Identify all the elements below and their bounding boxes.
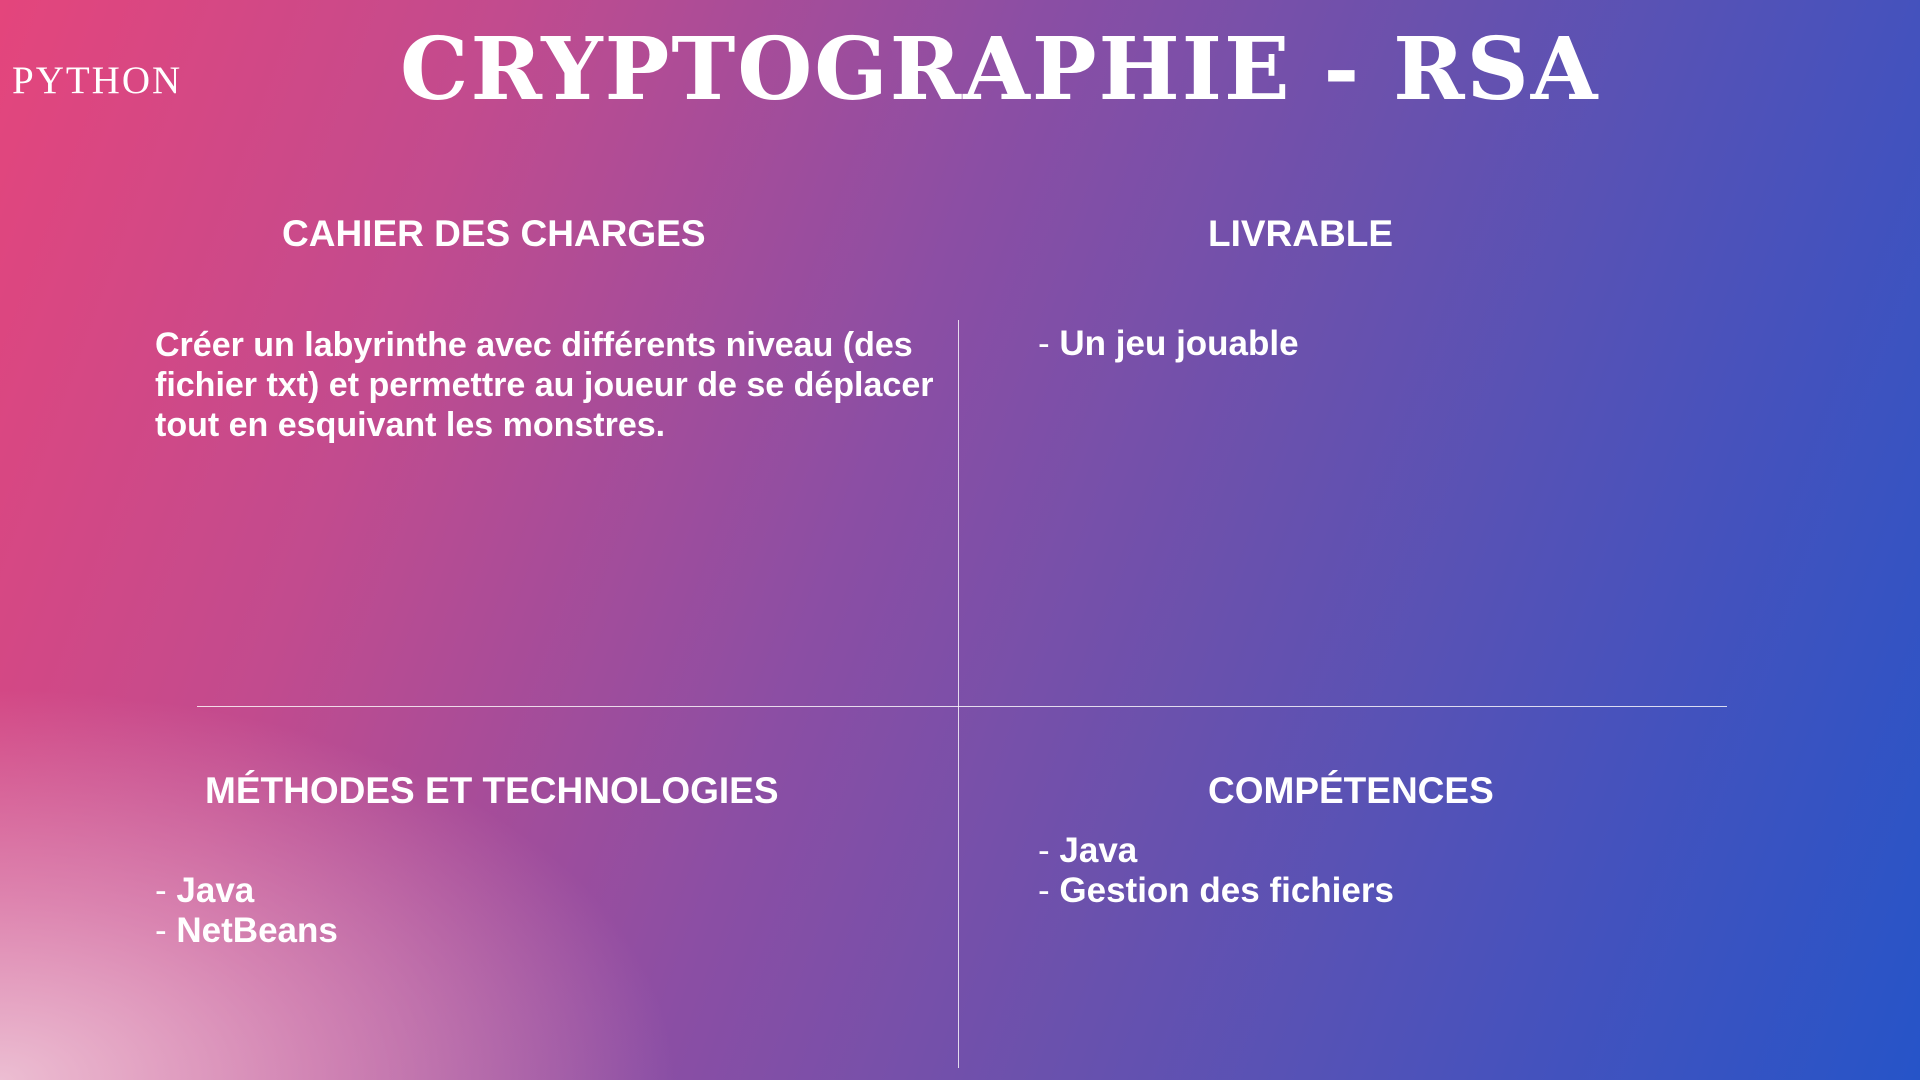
list-item: - NetBeans [155,911,338,951]
list-item-text: Java [176,871,255,910]
section-list-methodes: - Java - NetBeans [155,871,338,951]
section-heading-cahier: CAHIER DES CHARGES [282,213,706,254]
section-heading-methodes: MÉTHODES ET TECHNOLOGIES [205,770,779,811]
section-text-cahier: Créer un labyrinthe avec différents nive… [155,326,934,444]
list-item-text: Java [1059,831,1138,870]
list-item: - Java [1038,831,1394,871]
list-item: - Un jeu jouable [1038,324,1299,364]
section-list-competences: - Java - Gestion des fichiers [1038,831,1394,911]
section-list-livrable: - Un jeu jouable [1038,324,1299,364]
list-item-text: NetBeans [176,911,338,950]
section-heading-livrable: LIVRABLE [1208,213,1393,254]
list-dash: - [155,871,177,910]
list-item: - Gestion des fichiers [1038,871,1394,911]
list-dash: - [1038,324,1060,363]
list-dash: - [1038,831,1060,870]
list-item-text: Un jeu jouable [1059,324,1299,363]
list-item-text: Gestion des fichiers [1059,871,1394,910]
vertical-divider [958,320,959,1068]
section-heading-competences: COMPÉTENCES [1208,770,1494,811]
page-title: CRYPTOGRAPHIE - RSA [400,19,1600,120]
list-item: - Java [155,871,338,911]
subject-tag: PYTHON [12,59,183,102]
horizontal-divider [197,706,1727,707]
list-dash: - [155,911,177,950]
list-dash: - [1038,871,1060,910]
